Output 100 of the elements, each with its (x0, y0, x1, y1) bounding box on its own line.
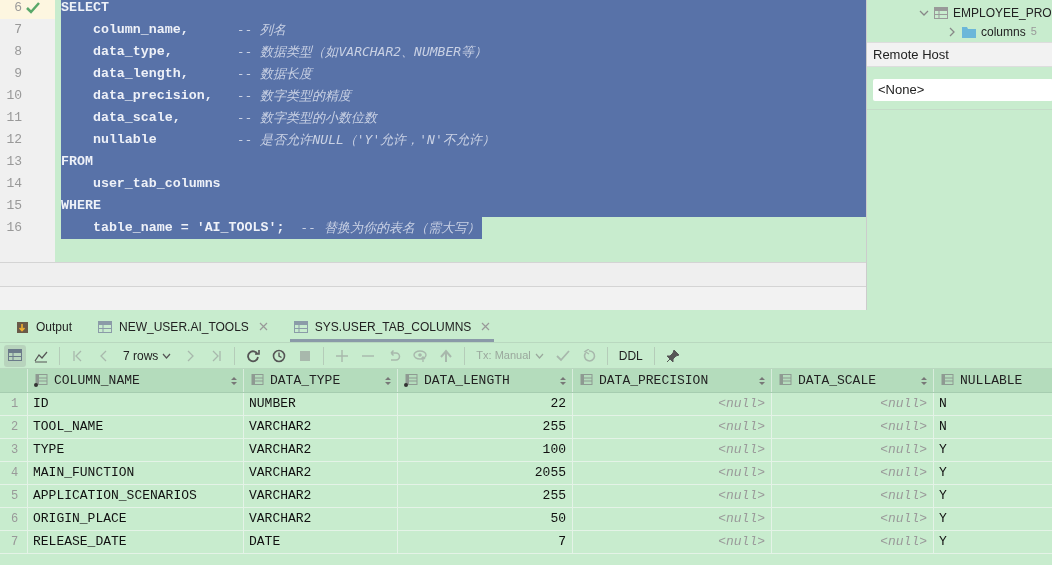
line-number: 7 (13, 21, 22, 40)
row-number: 5 (10, 488, 20, 505)
table-cell: <null> (572, 531, 771, 553)
table-cell: N (933, 393, 1052, 415)
code-text: SELECT (61, 0, 110, 18)
code-comment: -- 替换为你的表名（需大写） (300, 219, 481, 238)
splitter-bar[interactable] (0, 286, 866, 310)
panel-header: Remote Host (867, 42, 1052, 67)
code-text: WHERE (61, 197, 102, 216)
tab[interactable]: SYS.USER_TAB_COLUMNS (289, 314, 495, 342)
rows-dropdown[interactable]: 7 rows (119, 344, 176, 367)
row-number: 4 (10, 465, 20, 482)
pin-icon (665, 348, 680, 363)
line-number: 15 (5, 197, 22, 216)
table-icon (98, 320, 113, 333)
line-number: 12 (5, 131, 22, 150)
table-cell: <null> (572, 439, 771, 461)
table-cell: RELEASE_DATE (27, 531, 243, 553)
table-cell: <null> (572, 416, 771, 438)
table-cell: VARCHAR2 (243, 416, 397, 438)
close-icon (481, 322, 491, 331)
table-cell: 255 (397, 416, 572, 438)
tab[interactable]: NEW_USER.AI_TOOLS (94, 314, 272, 342)
column-header[interactable]: DATA_SCALE (798, 370, 915, 391)
table-cell: <null> (771, 531, 933, 553)
caret-icon (534, 352, 544, 359)
refresh-icon (246, 348, 261, 363)
grid-view-button[interactable] (4, 344, 26, 367)
column-header[interactable]: DATA_LENGTH (424, 370, 554, 391)
row-number: 3 (10, 442, 20, 459)
row-number: 1 (10, 396, 20, 413)
sort-icon (231, 375, 237, 386)
line-number: 6 (13, 0, 22, 18)
table-cell: 100 (397, 439, 572, 461)
sort-icon (921, 375, 927, 386)
line-number: 16 (5, 219, 22, 238)
column-header[interactable]: NULLABLE (960, 370, 1046, 391)
close-icon (258, 322, 268, 331)
code-text: column_name, (91, 21, 190, 40)
table-cell: VARCHAR2 (243, 508, 397, 530)
table-cell: Y (933, 485, 1052, 507)
host-field[interactable]: <None> (873, 78, 1052, 101)
line-number: 9 (13, 65, 22, 84)
code-text: data_precision, (91, 87, 214, 106)
code-text: user_tab_columns (91, 175, 222, 194)
code-text: nullable (91, 131, 158, 150)
column-header[interactable]: DATA_TYPE (270, 370, 379, 391)
table-cell: ID (27, 393, 243, 415)
ddl-button[interactable]: DDL (614, 344, 647, 367)
table-cell: VARCHAR2 (243, 439, 397, 461)
table-cell: <null> (572, 393, 771, 415)
line-number: 14 (5, 175, 22, 194)
output-icon (16, 319, 29, 334)
code-comment: -- 是否允许NULL（'Y'允许，'N'不允许） (237, 131, 496, 150)
row-number: 6 (10, 511, 20, 528)
table-cell: VARCHAR2 (243, 462, 397, 484)
table-cell: <null> (771, 508, 933, 530)
tab[interactable]: Output (12, 314, 77, 342)
table-cell: Y (933, 462, 1052, 484)
table-cell: <null> (771, 485, 933, 507)
caret-icon (162, 352, 172, 359)
sort-icon (385, 375, 391, 386)
table-cell: 7 (397, 531, 572, 553)
row-number: 2 (10, 419, 20, 436)
code-text: data_scale, (91, 109, 182, 128)
line-number: 8 (13, 43, 22, 62)
code-text: table_name = 'AI_TOOLS'; (91, 219, 286, 238)
submit-icon (439, 348, 454, 363)
row-number: 7 (10, 534, 20, 551)
table-cell: TOOL_NAME (27, 416, 243, 438)
table-cell: <null> (771, 462, 933, 484)
code-comment: -- 数字类型的小数位数 (237, 109, 379, 128)
code-text: FROM (61, 153, 94, 172)
table-cell: <null> (771, 393, 933, 415)
table-cell: APPLICATION_SCENARIOS (27, 485, 243, 507)
column-header[interactable]: COLUMN_NAME (54, 370, 225, 391)
table-cell: Y (933, 508, 1052, 530)
line-number: 11 (5, 109, 22, 128)
tree-item-label[interactable]: columns (981, 22, 1026, 41)
line-number: 10 (5, 87, 22, 106)
table-cell: TYPE (27, 439, 243, 461)
code-comment: -- 列名 (237, 21, 288, 40)
folder-icon (962, 25, 976, 38)
code-comment: -- 数字类型的精度 (237, 87, 354, 106)
item-count: 5 (1030, 24, 1037, 40)
table-cell: Y (933, 531, 1052, 553)
history-icon (272, 348, 287, 363)
table-cell: VARCHAR2 (243, 485, 397, 507)
table-cell: <null> (771, 416, 933, 438)
delete-row-icon (361, 354, 376, 357)
table-cell: <null> (572, 462, 771, 484)
code-text: data_length, (91, 65, 190, 84)
tree-item-label[interactable]: EMPLOYEE_PRO (953, 3, 1052, 22)
code-text: data_type, (91, 43, 174, 62)
table-cell: <null> (771, 439, 933, 461)
table-icon (934, 6, 948, 19)
table-cell: 22 (397, 393, 572, 415)
preview-icon (413, 348, 428, 363)
column-header[interactable]: DATA_PRECISION (599, 370, 753, 391)
table-cell: 255 (397, 485, 572, 507)
